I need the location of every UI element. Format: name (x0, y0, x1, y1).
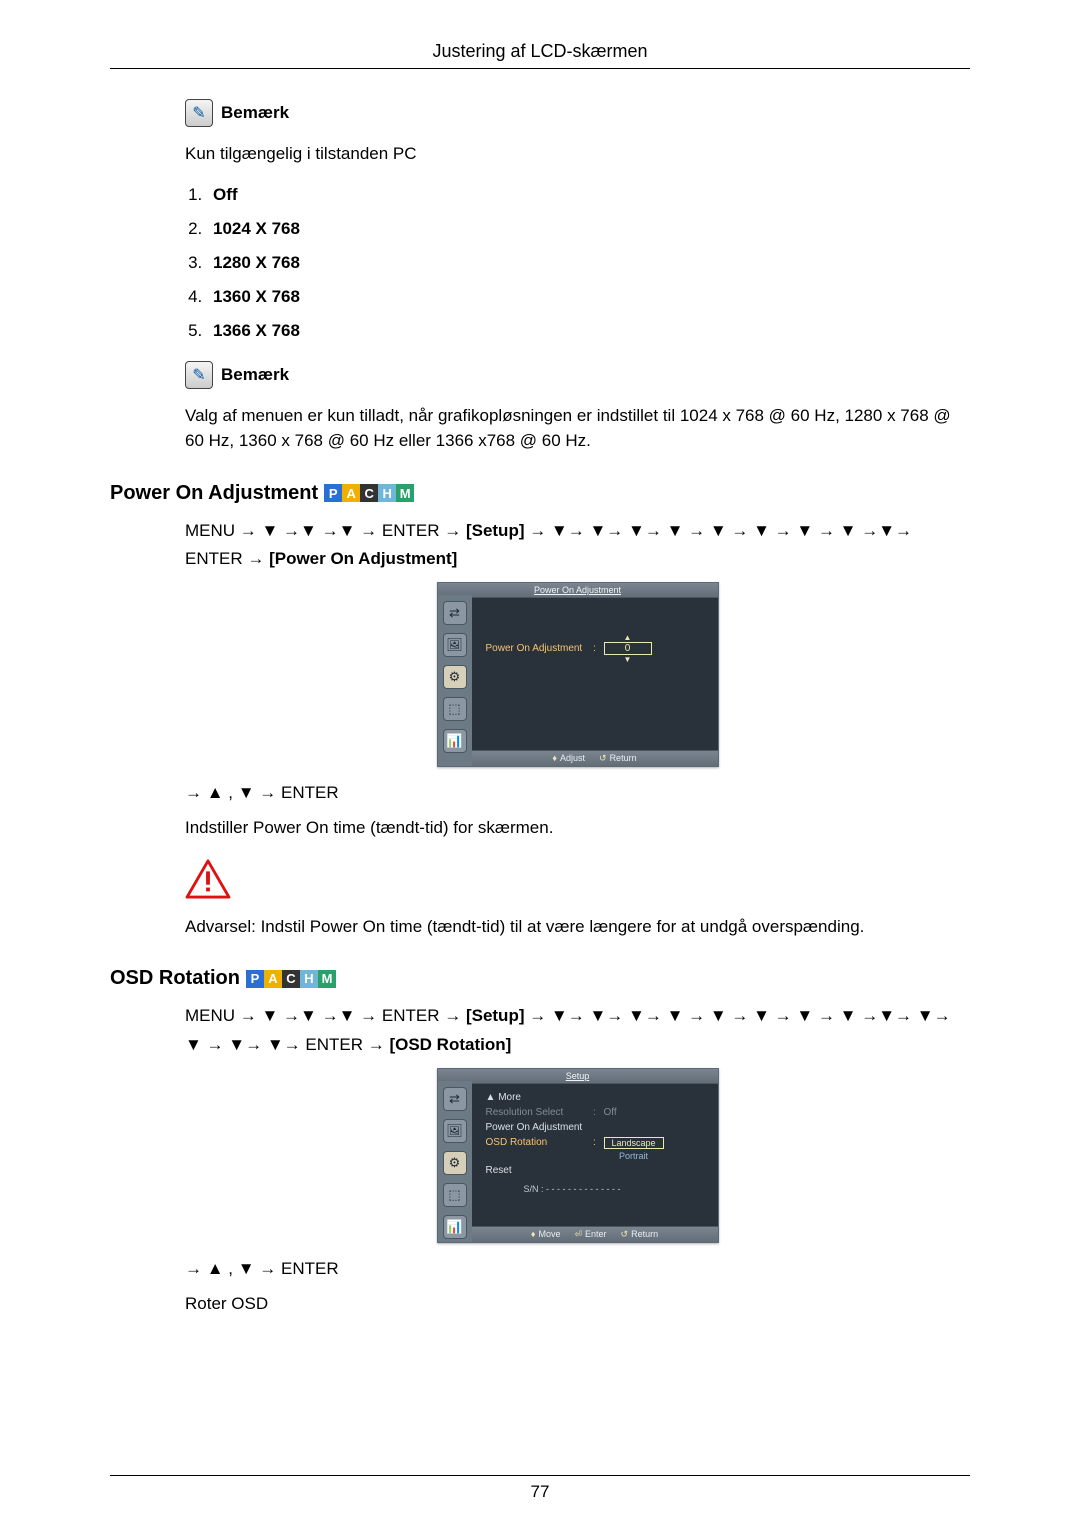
mode-c-icon: C (360, 484, 378, 502)
osd-icon-multi: ⬚ (443, 1183, 467, 1207)
osd-row-reset[interactable]: Reset (486, 1165, 708, 1176)
osd-icon-input: ⇄ (443, 601, 467, 625)
intro-text: Kun tilgængelig i tilstanden PC (185, 141, 970, 167)
nav-prefix: MENU → ▼ →▼ →▼ → ENTER → (185, 521, 466, 540)
osd-sidebar: ⇄ 🖼 ⚙ ⬚ 📊 (438, 1081, 472, 1242)
osd-titlebar: Setup (438, 1069, 718, 1084)
resolution-value: Off (213, 185, 238, 204)
osd-row-value: Off (604, 1107, 617, 1118)
resolution-value: 1280 X 768 (213, 253, 300, 272)
osd-footer-return: Return (631, 1229, 658, 1239)
mode-p-icon: P (324, 484, 342, 502)
osd-row-power-on-adjustment[interactable]: Power On Adjustment (486, 1122, 708, 1133)
page-header-title: Justering af LCD-skærmen (110, 41, 970, 68)
osd-option-portrait[interactable]: Portrait (604, 1151, 664, 1161)
note-icon: ✎ (185, 99, 213, 127)
osd-option-landscape[interactable]: Landscape (604, 1137, 664, 1149)
osd-footer-return: Return (610, 753, 637, 763)
caret-up-icon: ▲ (624, 633, 632, 642)
osd-icon-input: ⇄ (443, 1087, 467, 1111)
action-line-power-on: → ▲ , ▼ → ENTER (185, 783, 970, 803)
note2-text: Valg af menuen er kun tilladt, når grafi… (185, 403, 970, 454)
resolution-list: Off 1024 X 768 1280 X 768 1360 X 768 136… (185, 185, 970, 341)
action-line-osd-rotation: → ▲ , ▼ → ENTER (185, 1259, 970, 1279)
osd-titlebar: Power On Adjustment (438, 583, 718, 598)
header-rule (110, 68, 970, 69)
osd-sidebar: ⇄ 🖼 ⚙ ⬚ 📊 (438, 595, 472, 766)
osd-panel-setup: Setup ⇄ 🖼 ⚙ ⬚ 📊 More Resolution Select: … (437, 1068, 719, 1243)
mode-strip: P A C H M (246, 970, 336, 988)
note-label: Bemærk (221, 365, 289, 385)
mode-strip: P A C H M (324, 484, 414, 502)
resolution-value: 1366 X 768 (213, 321, 300, 340)
nav-path-osd-rotation: MENU → ▼ →▼ →▼ → ENTER → [Setup] → ▼→ ▼→… (185, 1002, 970, 1060)
osd-serial-number: S/N : - - - - - - - - - - - - - - (524, 1184, 708, 1194)
osd-footer-adjust: Adjust (560, 753, 585, 763)
nav-path-power-on: MENU → ▼ →▼ →▼ → ENTER → [Setup] → ▼→ ▼→… (185, 517, 970, 575)
power-on-desc: Indstiller Power On time (tændt-tid) for… (185, 815, 970, 841)
list-item: 1360 X 768 (207, 287, 970, 307)
osd-footer: ♦Adjust ↺Return (472, 750, 718, 766)
note-icon: ✎ (185, 361, 213, 389)
mode-h-icon: H (378, 484, 396, 502)
osd-icon-multi: ⬚ (443, 697, 467, 721)
osd-panel-power-on: Power On Adjustment ⇄ 🖼 ⚙ ⬚ 📊 Power On A… (437, 582, 719, 767)
caret-down-icon: ▼ (624, 655, 632, 664)
list-item: Off (207, 185, 970, 205)
osd-row-osd-rotation[interactable]: OSD Rotation: Landscape Portrait (486, 1137, 708, 1161)
list-item: 1366 X 768 (207, 321, 970, 341)
section-power-on-title: Power On Adjustment (110, 482, 318, 505)
list-item: 1280 X 768 (207, 253, 970, 273)
osd-icon-setup: ⚙ (443, 665, 467, 689)
osd-footer: ♦Move ⏎Enter ↺Return (472, 1226, 718, 1242)
mode-m-icon: M (318, 970, 336, 988)
osd-icon-picture: 🖼 (443, 633, 467, 657)
osd-icon-setup: ⚙ (443, 1151, 467, 1175)
section-osd-rotation-heading: OSD Rotation P A C H M (110, 967, 970, 990)
mode-a-icon: A (264, 970, 282, 988)
mode-h-icon: H (300, 970, 318, 988)
note-label: Bemærk (221, 103, 289, 123)
osd-row-power-on: Power On Adjustment : ▲ 0 ▼ (486, 642, 708, 655)
nav-prefix: MENU → ▼ →▼ →▼ → ENTER → (185, 1006, 466, 1025)
page-number: 77 (110, 1482, 970, 1502)
warning-icon (185, 859, 970, 904)
osd-value-box[interactable]: ▲ 0 ▼ (604, 642, 652, 655)
nav-setup: [Setup] (466, 521, 525, 540)
mode-c-icon: C (282, 970, 300, 988)
osd-more-row[interactable]: More (486, 1092, 708, 1103)
nav-target: [OSD Rotation] (389, 1035, 511, 1054)
osd-row-label: Power On Adjustment (486, 643, 586, 654)
nav-setup: [Setup] (466, 1006, 525, 1025)
list-item: 1024 X 768 (207, 219, 970, 239)
resolution-value: 1360 X 768 (213, 287, 300, 306)
note-heading-1: ✎ Bemærk (185, 99, 970, 127)
osd-icon-info: 📊 (443, 729, 467, 753)
osd-footer-move: Move (538, 1229, 560, 1239)
osd-row-resolution-select: Resolution Select: Off (486, 1107, 708, 1118)
nav-target: [Power On Adjustment] (269, 549, 457, 568)
intro-text-span: Kun tilgængelig i tilstanden PC (185, 144, 417, 163)
osd-icon-picture: 🖼 (443, 1119, 467, 1143)
osd-footer-enter: Enter (585, 1229, 607, 1239)
section-power-on-heading: Power On Adjustment P A C H M (110, 482, 970, 505)
footer-rule (110, 1475, 970, 1476)
mode-a-icon: A (342, 484, 360, 502)
osd-value: 0 (625, 643, 631, 654)
mode-m-icon: M (396, 484, 414, 502)
mode-p-icon: P (246, 970, 264, 988)
osd-icon-info: 📊 (443, 1215, 467, 1239)
note-heading-2: ✎ Bemærk (185, 361, 970, 389)
osd-rotation-desc: Roter OSD (185, 1291, 970, 1317)
resolution-value: 1024 X 768 (213, 219, 300, 238)
power-on-warning: Advarsel: Indstil Power On time (tændt-t… (185, 914, 970, 940)
section-osd-rotation-title: OSD Rotation (110, 967, 240, 990)
